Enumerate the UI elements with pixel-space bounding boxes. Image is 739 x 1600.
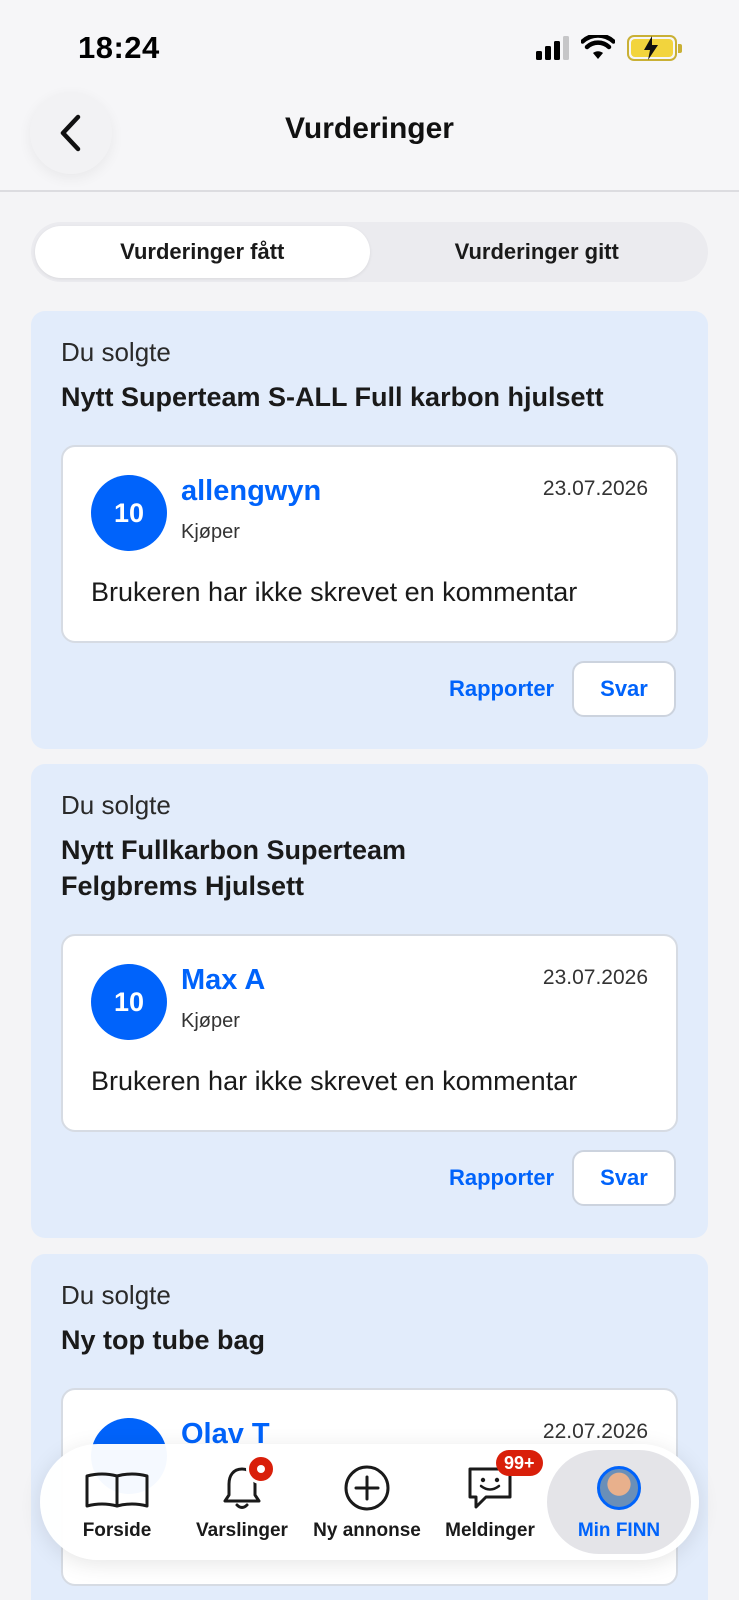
review-date: 23.07.2026 [542, 966, 648, 989]
nav-item-varslinger[interactable]: Varslinger [182, 1444, 302, 1560]
message-count-badge: 99+ [496, 1450, 543, 1476]
nav-item-forside[interactable]: Forside [62, 1444, 172, 1560]
tab-ratings-received[interactable]: Vurderinger fått [35, 226, 370, 278]
tab-ratings-given[interactable]: Vurderinger gitt [370, 226, 705, 278]
reviewer-role: Kjøper [181, 521, 240, 543]
ratings-tab-switch: Vurderinger fått Vurderinger gitt [31, 222, 708, 282]
item-title[interactable]: Nytt Superteam S-ALL Full karbon hjulset… [61, 379, 661, 415]
page-title: Vurderinger [285, 112, 454, 145]
nav-label: Min FINN [577, 1520, 661, 1541]
battery-icon [627, 35, 682, 61]
avatar [597, 1466, 641, 1510]
reviewer-name[interactable]: Max A [181, 964, 265, 997]
nav-label: Ny annonse [313, 1520, 421, 1541]
score-badge: 10 [91, 475, 167, 551]
rating-card: Du solgte Nytt Fullkarbon Superteam Felg… [31, 764, 708, 1238]
book-icon [85, 1472, 149, 1508]
sold-label: Du solgte [61, 337, 171, 367]
status-time: 18:24 [78, 30, 160, 65]
review-date: 22.07.2026 [542, 1420, 648, 1443]
status-bar: 18:24 [0, 0, 739, 92]
reply-button[interactable]: Svar [572, 1150, 676, 1206]
sold-label: Du solgte [61, 1280, 171, 1310]
reviewer-role: Kjøper [181, 1010, 240, 1032]
review-box: 10 Max A Kjøper 23.07.2026 Brukeren har … [61, 934, 678, 1132]
nav-item-ny-annonse[interactable]: Ny annonse [302, 1444, 432, 1560]
review-box: 10 allengwyn Kjøper 23.07.2026 Brukeren … [61, 445, 678, 643]
header: Vurderinger [0, 92, 739, 192]
reply-button[interactable]: Svar [572, 661, 676, 717]
reviewer-name[interactable]: allengwyn [181, 475, 321, 508]
nav-label: Varslinger [196, 1520, 288, 1541]
bottom-navigation: Forside Varslinger Ny annonse 99+ Meldin… [40, 1444, 699, 1560]
wifi-icon [581, 35, 615, 59]
nav-label: Meldinger [445, 1520, 535, 1541]
cellular-signal-icon [536, 36, 569, 60]
status-icons [536, 34, 682, 62]
report-link[interactable]: Rapporter [449, 676, 554, 702]
rating-card: Du solgte Nytt Superteam S-ALL Full karb… [31, 311, 708, 749]
review-date: 23.07.2026 [542, 477, 648, 500]
review-comment: Brukeren har ikke skrevet en kommentar [91, 577, 578, 607]
plus-circle-icon [344, 1465, 390, 1511]
item-title[interactable]: Ny top tube bag [61, 1322, 661, 1358]
sold-label: Du solgte [61, 790, 171, 820]
score-badge: 10 [91, 964, 167, 1040]
report-link[interactable]: Rapporter [449, 1165, 554, 1191]
review-comment: Brukeren har ikke skrevet en kommentar [91, 1066, 578, 1096]
notification-badge [246, 1454, 276, 1484]
item-title[interactable]: Nytt Fullkarbon Superteam Felgbrems Hjul… [61, 832, 461, 904]
nav-item-meldinger[interactable]: 99+ Meldinger [438, 1444, 543, 1560]
nav-label: Forside [82, 1520, 152, 1541]
nav-item-min-finn[interactable]: Min FINN [547, 1450, 691, 1554]
